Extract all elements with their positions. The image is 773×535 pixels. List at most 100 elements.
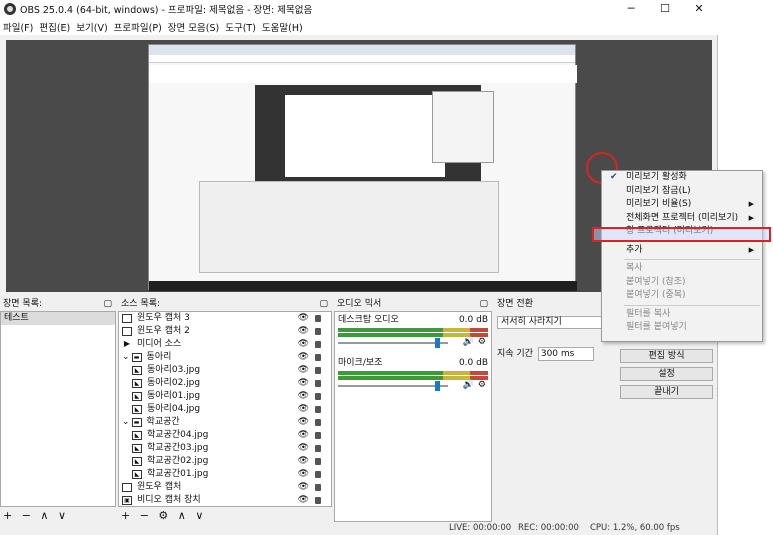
source-item[interactable]: ▣ 비디오 캡처 장치 👁: [119, 494, 331, 507]
sources-dock: 소스 목록: ▢ 윈도우 캡처 3 👁 윈도우 캡처 2 👁 ▶ 미디어 소스 👁 ⌄ ▬ 동아리 👁…: [118, 298, 332, 523]
lock-icon[interactable]: [315, 471, 321, 478]
lock-icon[interactable]: [315, 328, 321, 335]
track-name: 마이크/보조: [338, 358, 383, 368]
menu-help[interactable]: 도움말(H): [262, 20, 303, 34]
lock-icon[interactable]: [315, 367, 321, 374]
eye-icon[interactable]: 👁: [298, 468, 309, 481]
context-menu-item[interactable]: 미리보기 잠금(L): [602, 185, 762, 199]
source-item[interactable]: ◣ 동아리02.jpg 👁: [119, 377, 331, 390]
eye-icon[interactable]: 👁: [298, 455, 309, 468]
speaker-icon[interactable]: 🔊: [463, 380, 474, 390]
lock-icon[interactable]: [315, 484, 321, 491]
lock-icon[interactable]: [315, 315, 321, 322]
eye-icon[interactable]: 👁: [298, 481, 309, 494]
source-item[interactable]: ◣ 학교공간01.jpg 👁: [119, 468, 331, 481]
scene-item[interactable]: 테스트: [1, 312, 115, 325]
eye-icon[interactable]: 👁: [298, 390, 309, 403]
speaker-icon[interactable]: 🔊: [463, 337, 474, 347]
lock-icon[interactable]: [315, 341, 321, 348]
lock-icon[interactable]: [315, 393, 321, 400]
submenu-arrow-icon: ▶: [748, 245, 754, 254]
menu-tools[interactable]: 도구(T): [225, 20, 256, 34]
eye-icon[interactable]: 👁: [298, 429, 309, 442]
source-item[interactable]: 윈도우 캡처 2 👁: [119, 325, 331, 338]
menu-scene-collection[interactable]: 장면 모음(S): [168, 20, 219, 34]
scenes-list[interactable]: 테스트: [0, 311, 116, 507]
menu-file[interactable]: 파일(F): [3, 20, 33, 34]
captured-obs-docks: [199, 181, 499, 273]
lock-icon[interactable]: [315, 419, 321, 426]
sources-list[interactable]: 윈도우 캡처 3 👁 윈도우 캡처 2 👁 ▶ 미디어 소스 👁 ⌄ ▬ 동아리 👁 ◣ 동아리03.j…: [118, 311, 332, 507]
studio-mode-button[interactable]: 편집 방식: [620, 349, 713, 363]
cpu-status: CPU: 1.2%, 60.00 fps: [590, 523, 680, 533]
context-menu-item[interactable]: 미리보기 활성화 ✔: [602, 171, 762, 185]
source-item[interactable]: ⌄ ▬ 동아리 👁: [119, 351, 331, 364]
menu-profile[interactable]: 프로파일(P): [114, 20, 162, 34]
source-item-label: 윈도우 캡처: [137, 482, 182, 492]
source-item[interactable]: ◣ 동아리03.jpg 👁: [119, 364, 331, 377]
source-item[interactable]: ◣ 동아리04.jpg 👁: [119, 403, 331, 416]
lock-icon[interactable]: [315, 458, 321, 465]
dock-float-icon[interactable]: ▢: [103, 298, 112, 311]
eye-icon[interactable]: 👁: [298, 494, 309, 507]
mixer-panel: 데스크탑 오디오 0.0 dB 🔊 ⚙ 마이크/보조 0.0 dB 🔊 ⚙: [334, 311, 492, 522]
context-menu-item[interactable]: 붙여넣기 (중복): [602, 289, 762, 303]
lock-icon[interactable]: [315, 354, 321, 361]
lock-icon[interactable]: [315, 432, 321, 439]
status-bar: LIVE: 00:00:00 REC: 00:00:00 CPU: 1.2%, …: [0, 523, 718, 535]
duration-input[interactable]: 300 ms: [537, 347, 594, 361]
source-item[interactable]: 윈도우 캡처 👁: [119, 481, 331, 494]
source-item[interactable]: ◣ 학교공간04.jpg 👁: [119, 429, 331, 442]
source-item[interactable]: 윈도우 캡처 3 👁: [119, 312, 331, 325]
eye-icon[interactable]: 👁: [298, 338, 309, 351]
context-menu-item[interactable]: 전체화면 프로젝터 (미리보기) ▶: [602, 212, 762, 226]
context-menu-item[interactable]: 미리보기 비율(S) ▶: [602, 198, 762, 212]
image-icon: ◣: [132, 405, 142, 414]
source-item[interactable]: ◣ 동아리01.jpg 👁: [119, 390, 331, 403]
window-icon: [122, 327, 132, 336]
eye-icon[interactable]: 👁: [298, 416, 309, 429]
chevron-down-icon[interactable]: ⌄: [122, 416, 130, 429]
eye-icon[interactable]: 👁: [298, 442, 309, 455]
eye-icon[interactable]: 👁: [298, 403, 309, 416]
eye-icon[interactable]: 👁: [298, 351, 309, 364]
settings-button[interactable]: 설정: [620, 367, 713, 381]
transition-select[interactable]: 서서히 사라지기: [497, 316, 609, 329]
chevron-down-icon[interactable]: ⌄: [122, 351, 130, 364]
context-menu-item[interactable]: 붙여넣기 (참조): [602, 276, 762, 290]
eye-icon[interactable]: 👁: [298, 325, 309, 338]
window-title: OBS 25.0.4 (64-bit, windows) - 프로파일: 제목없…: [20, 5, 313, 16]
eye-icon[interactable]: 👁: [298, 312, 309, 325]
scenes-footer-controls[interactable]: + − ∧ ∨: [3, 509, 69, 523]
eye-icon[interactable]: 👁: [298, 364, 309, 377]
source-item[interactable]: ▶ 미디어 소스 👁: [119, 338, 331, 351]
source-item[interactable]: ◣ 학교공간03.jpg 👁: [119, 442, 331, 455]
dock-float-icon[interactable]: ▢: [319, 298, 328, 311]
volume-slider[interactable]: 🔊 ⚙: [338, 337, 488, 348]
lock-icon[interactable]: [315, 406, 321, 413]
context-menu-item[interactable]: 필터를 복사: [602, 308, 762, 322]
menu-view[interactable]: 보기(V): [76, 20, 107, 34]
lock-icon[interactable]: [315, 497, 321, 504]
gear-icon[interactable]: ⚙: [478, 337, 486, 347]
exit-button[interactable]: 끝내기: [620, 385, 713, 399]
menu-edit[interactable]: 편집(E): [39, 20, 70, 34]
play-icon: ▶: [123, 339, 131, 348]
minimize-button[interactable]: ─: [616, 0, 646, 18]
context-menu-item[interactable]: 복사: [602, 262, 762, 276]
volume-slider[interactable]: 🔊 ⚙: [338, 380, 488, 391]
lock-icon[interactable]: [315, 445, 321, 452]
sources-footer-controls[interactable]: + − ⚙ ∧ ∨: [121, 509, 206, 523]
context-menu-item[interactable]: 추가 ▶: [602, 244, 762, 258]
dock-float-icon[interactable]: ▢: [479, 298, 488, 311]
camera-icon: ▣: [122, 496, 132, 505]
context-menu-item[interactable]: 필터를 붙여넣기: [602, 321, 762, 335]
source-item[interactable]: ◣ 학교공간02.jpg 👁: [119, 455, 331, 468]
lock-icon[interactable]: [315, 380, 321, 387]
gear-icon[interactable]: ⚙: [478, 380, 486, 390]
eye-icon[interactable]: 👁: [298, 377, 309, 390]
source-item[interactable]: ⌄ ▬ 학교공간 👁: [119, 416, 331, 429]
close-button[interactable]: ✕: [684, 0, 714, 18]
captured-toolbar: [149, 65, 577, 83]
maximize-button[interactable]: ☐: [650, 0, 680, 18]
